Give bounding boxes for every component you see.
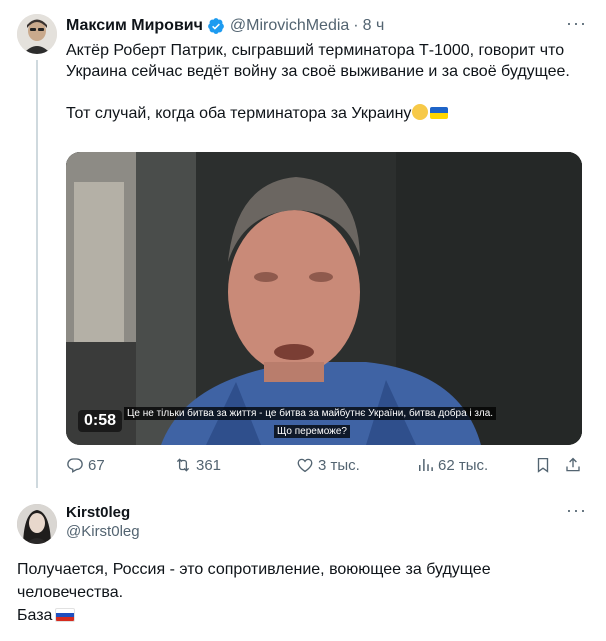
like-count: 3 тыс. [318, 456, 360, 474]
retweet-count: 361 [196, 456, 222, 474]
views-count: 62 тыс. [438, 456, 489, 474]
more-options-icon[interactable]: ··· [566, 501, 587, 519]
video-subtitle-line-2: Що переможе? [274, 425, 350, 438]
handle[interactable]: @Kirst0leg [66, 523, 140, 540]
tweet-body: Актёр Роберт Патрик, сыгравший терминато… [66, 42, 570, 122]
handle[interactable]: @MirovichMedia [230, 17, 349, 35]
main-tweet[interactable]: Максим Мирович @MirovichMedia · 8 ч ··· … [0, 0, 606, 492]
reply-button[interactable]: 67 [66, 456, 105, 474]
views-button[interactable]: 62 тыс. [416, 456, 488, 474]
share-button[interactable] [564, 456, 586, 474]
video-subtitle-line-1: Це не тільки битва за життя - це битва з… [124, 407, 497, 420]
reply-body: Получается, Россия - это сопротивление, … [17, 561, 491, 624]
share-icon [566, 457, 580, 472]
verified-badge-icon [207, 17, 225, 35]
reply-tweet[interactable]: Kirst0leg @Kirst0leg ··· Получается, Рос… [0, 492, 606, 641]
separator-dot: · [353, 17, 359, 34]
tweet-actions: 67 361 3 тыс. 62 тыс. [66, 456, 586, 478]
tweet-header: Максим Мирович @MirovichMedia · 8 ч [66, 14, 384, 38]
retweet-button[interactable]: 361 [174, 456, 221, 474]
display-name[interactable]: Максим Мирович [66, 17, 203, 35]
views-icon [419, 459, 433, 471]
reply-count: 67 [88, 456, 105, 474]
video-player[interactable]: 0:58 Це не тільки битва за життя - це би… [66, 152, 582, 445]
video-duration: 0:58 [78, 410, 123, 432]
video-frame [66, 152, 582, 445]
avatar[interactable] [17, 504, 57, 544]
bookmark-button[interactable] [534, 456, 556, 474]
bookmark-icon [537, 457, 549, 473]
raised-fist-emoji-icon [412, 104, 429, 120]
reply-icon [67, 458, 83, 473]
reply-text: Получается, Россия - это сопротивление, … [17, 558, 577, 627]
display-name[interactable]: Kirst0leg [66, 504, 130, 521]
russia-flag-emoji-icon [55, 608, 76, 622]
timestamp[interactable]: 8 ч [363, 17, 385, 35]
heart-icon [297, 458, 313, 473]
thread-line [36, 60, 38, 488]
more-options-icon[interactable]: ··· [566, 14, 587, 32]
tweet-text: Актёр Роберт Патрик, сыгравший терминато… [66, 40, 586, 124]
retweet-icon [176, 458, 190, 472]
ukraine-flag-emoji-icon [430, 107, 449, 119]
like-button[interactable]: 3 тыс. [296, 456, 360, 474]
avatar[interactable] [17, 14, 57, 54]
